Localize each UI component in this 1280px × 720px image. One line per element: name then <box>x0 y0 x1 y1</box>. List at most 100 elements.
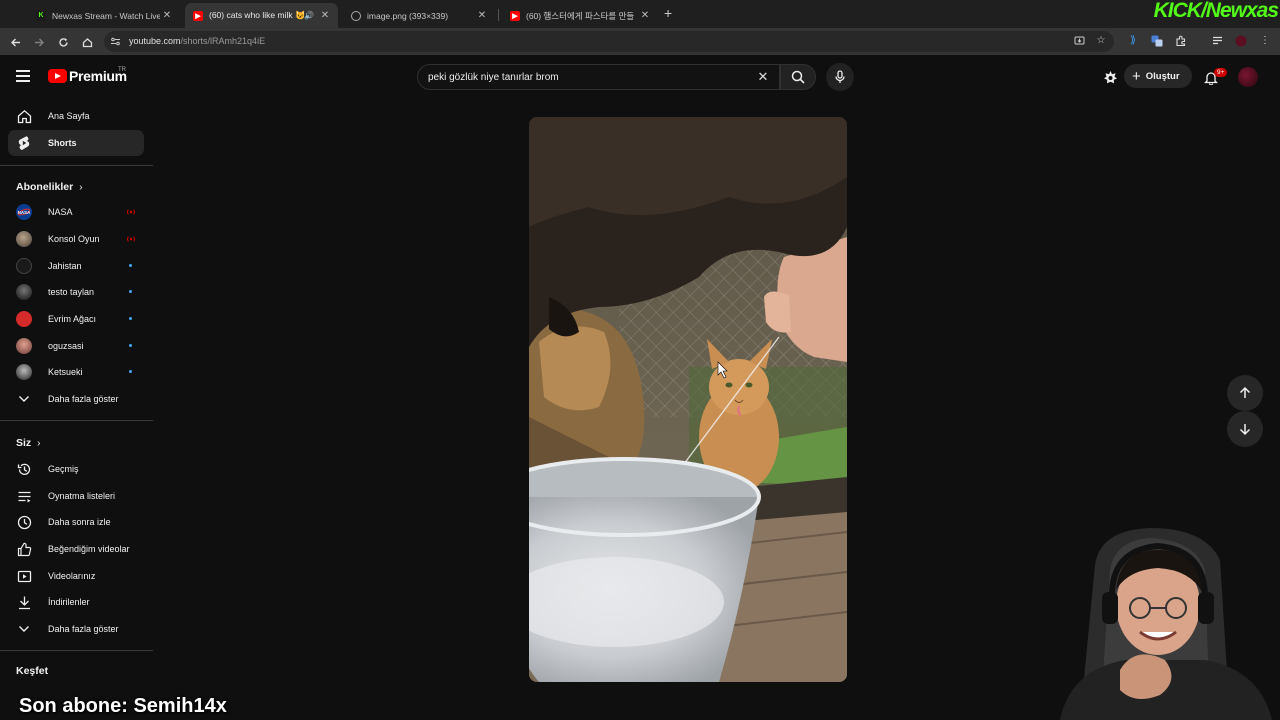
subscription-item[interactable]: testo taylan <box>8 279 144 305</box>
live-icon <box>127 236 135 242</box>
back-icon[interactable] <box>6 33 24 51</box>
subscription-name: Konsol Oyun <box>48 234 100 244</box>
you-header[interactable]: Siz › <box>16 437 41 449</box>
forward-icon[interactable] <box>30 33 48 51</box>
globe-icon <box>351 10 361 21</box>
subscription-item[interactable]: NASA NASA <box>8 199 144 225</box>
sidebar-item-shorts[interactable]: Shorts <box>8 130 144 156</box>
new-content-dot <box>129 290 132 293</box>
sidebar-item-downloads[interactable]: İndirilenler <box>8 589 144 615</box>
sidebar-item-playlists[interactable]: Oynatma listeleri <box>8 483 144 509</box>
create-label: Oluştur <box>1145 70 1180 82</box>
tab-kick-stream[interactable]: K Newxas Stream - Watch Live on ✕ <box>28 3 180 28</box>
short-video-player[interactable] <box>529 117 847 682</box>
sidebar-item-home[interactable]: Ana Sayfa <box>8 103 144 129</box>
kick-icon: K <box>36 10 46 21</box>
home-icon[interactable] <box>78 33 96 51</box>
show-more-label: Daha fazla göster <box>48 624 119 634</box>
browser-tab-bar: K Newxas Stream - Watch Live on ✕ ▶ (60)… <box>0 0 1280 28</box>
voice-search-button[interactable] <box>826 63 854 91</box>
new-tab-icon[interactable]: + <box>664 5 678 21</box>
arrow-up-icon <box>1239 386 1251 398</box>
new-content-dot <box>129 264 132 267</box>
subscription-item[interactable]: oguzsasi <box>8 333 144 359</box>
new-content-dot <box>129 370 132 373</box>
subscription-item[interactable]: Evrim Ağacı <box>8 306 144 332</box>
subscriptions-show-more[interactable]: Daha fazla göster <box>8 386 144 412</box>
sidebar-item-your-videos[interactable]: Videolarınız <box>8 563 144 589</box>
sidebar-item-history[interactable]: Geçmiş <box>8 456 144 482</box>
next-short-button[interactable] <box>1227 411 1263 447</box>
tab-title: (60) cats who like milk 😺🥛 <box>209 10 305 20</box>
url-text: youtube.com/shorts/lRAmh21q4iE <box>129 36 265 46</box>
subscription-name: testo taylan <box>48 287 95 297</box>
channel-avatar <box>16 364 32 380</box>
channel-avatar <box>16 284 32 300</box>
clear-search-icon[interactable]: ✕ <box>755 69 771 85</box>
sidebar-item-watch-later[interactable]: Daha sonra izle <box>8 509 144 535</box>
tab-image[interactable]: image.png (393×339) ✕ <box>343 3 495 28</box>
like-icon <box>16 541 32 557</box>
url-path: /shorts/lRAmh21q4iE <box>180 36 266 46</box>
chrome-menu-icon[interactable]: ⋮ <box>1258 35 1272 49</box>
sidebar-item-label: Ana Sayfa <box>48 111 90 121</box>
reload-icon[interactable] <box>54 33 72 51</box>
subscription-item[interactable]: Jahistan <box>8 253 144 279</box>
subscriptions-header[interactable]: Abonelikler › <box>16 181 83 193</box>
sidebar-item-label: İndirilenler <box>48 597 90 607</box>
explore-title: Keşfet <box>16 665 49 677</box>
extension-voice-icon[interactable]: ⟫ <box>1126 35 1140 49</box>
cast-connect-icon[interactable] <box>1101 68 1119 86</box>
url-host: youtube.com <box>129 36 181 46</box>
sidebar-item-label: Geçmiş <box>48 464 79 474</box>
site-info-icon[interactable] <box>110 36 121 47</box>
profile-icon[interactable] <box>1234 35 1248 49</box>
channel-avatar <box>16 258 32 274</box>
translate-icon[interactable] <box>1150 35 1164 49</box>
close-tab-icon[interactable]: ✕ <box>475 10 489 21</box>
sidebar-item-label: Videolarınız <box>48 571 96 581</box>
sidebar-divider <box>0 420 153 421</box>
close-tab-icon[interactable]: ✕ <box>318 10 332 21</box>
previous-short-button[interactable] <box>1227 375 1263 411</box>
you-show-more[interactable]: Daha fazla göster <box>8 616 144 642</box>
reading-list-icon[interactable] <box>1210 35 1224 49</box>
speaker-icon[interactable]: 🔊 <box>304 11 314 20</box>
subscription-item[interactable]: Konsol Oyun <box>8 226 144 252</box>
tab-title: (60) 햄스터에게 파스타를 만들 <box>526 10 635 21</box>
install-app-icon[interactable] <box>1072 35 1086 49</box>
browser-toolbar: youtube.com/shorts/lRAmh21q4iE ☆ ⟫ ⋮ <box>0 28 1280 55</box>
account-avatar[interactable] <box>1238 67 1258 87</box>
chevron-down-icon <box>16 621 32 637</box>
create-button[interactable]: + Oluştur <box>1124 64 1192 88</box>
tab-youtube-cats[interactable]: ▶ (60) cats who like milk 😺🥛 🔊 ✕ <box>185 3 338 28</box>
sidebar-item-liked-videos[interactable]: Beğendiğim videolar <box>8 536 144 562</box>
menu-icon[interactable] <box>16 70 30 82</box>
extensions-puzzle-icon[interactable] <box>1174 35 1188 49</box>
search-icon <box>791 70 805 84</box>
plus-icon: + <box>1132 67 1141 85</box>
close-tab-icon[interactable]: ✕ <box>638 10 652 21</box>
new-content-dot <box>129 344 132 347</box>
notification-count-badge: 9+ <box>1214 68 1228 77</box>
youtube-masthead: Premium TR ✕ + Oluştur 9+ <box>0 55 1280 101</box>
channel-avatar <box>16 311 32 327</box>
youtube-logo[interactable]: Premium <box>48 68 127 84</box>
search-button[interactable] <box>780 64 816 90</box>
new-content-dot <box>129 317 132 320</box>
live-icon <box>127 209 135 215</box>
search-input[interactable] <box>428 70 748 84</box>
your-videos-icon <box>16 568 32 584</box>
bookmark-star-icon[interactable]: ☆ <box>1094 35 1108 49</box>
close-tab-icon[interactable]: ✕ <box>160 10 174 21</box>
sidebar-item-label: Daha sonra izle <box>48 517 111 527</box>
address-bar[interactable]: youtube.com/shorts/lRAmh21q4iE ☆ <box>104 31 1114 52</box>
chevron-down-icon <box>16 391 32 407</box>
tab-title: image.png (393×339) <box>367 10 449 21</box>
subscription-item[interactable]: Ketsueki <box>8 359 144 385</box>
you-title: Siz <box>16 437 32 449</box>
subscription-name: Ketsueki <box>48 367 83 377</box>
search-box[interactable]: ✕ <box>417 64 780 90</box>
tab-youtube-hamster[interactable]: ▶ (60) 햄스터에게 파스타를 만들 ✕ <box>502 3 658 28</box>
tab-separator <box>498 9 499 21</box>
